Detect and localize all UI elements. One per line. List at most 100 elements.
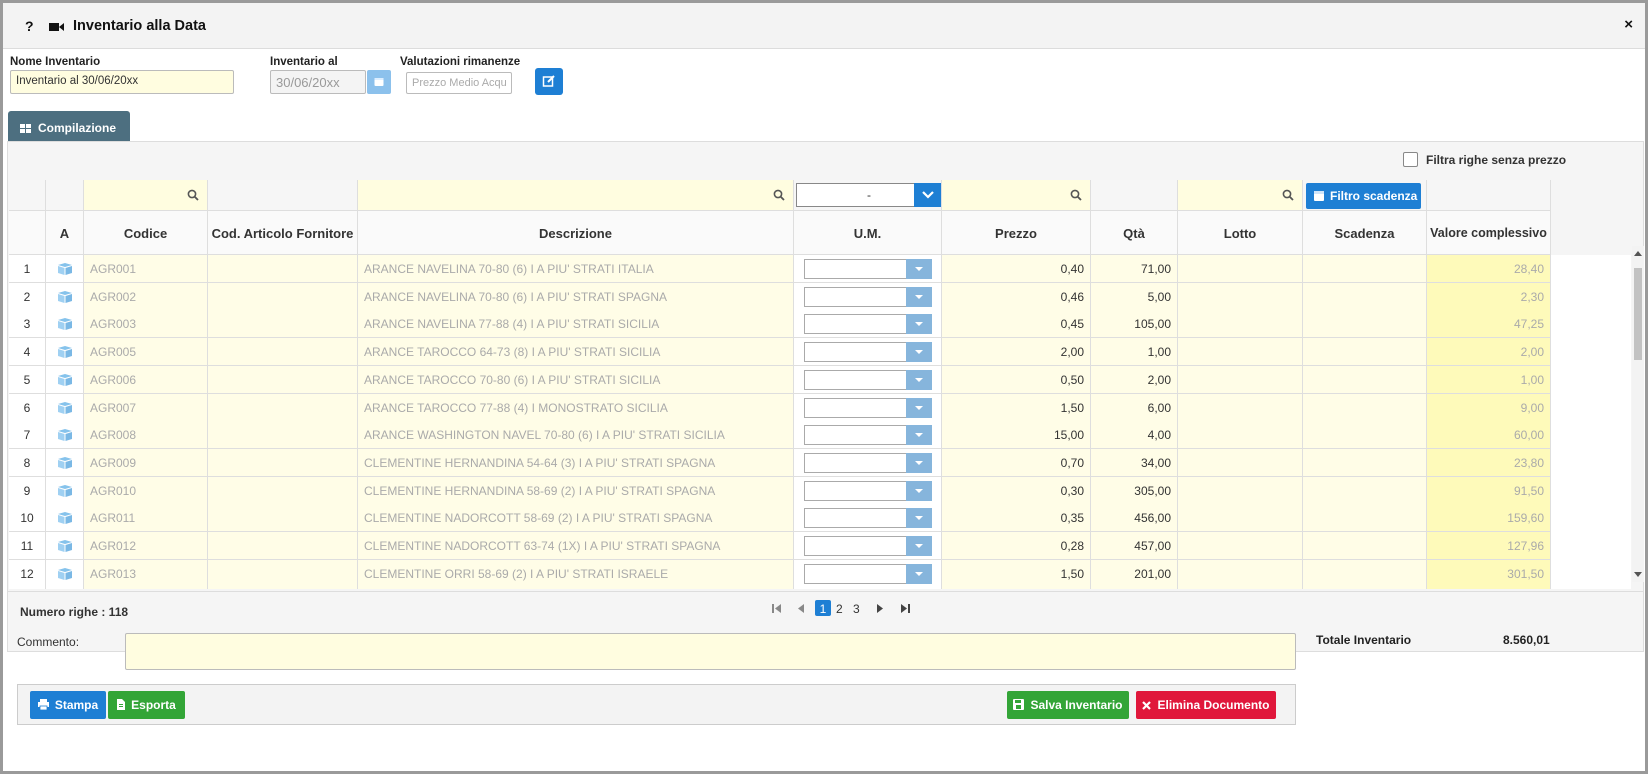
lotto-cell[interactable] bbox=[1178, 393, 1303, 422]
codice-filter-input[interactable] bbox=[84, 180, 208, 211]
nome-inventario-input[interactable]: Inventario al 30/06/20xx bbox=[10, 70, 234, 94]
table-row[interactable]: 5 AGR006 ARANCE TAROCCO 70-80 (6) I A PIU'… bbox=[9, 365, 1631, 394]
scadenza-cell[interactable] bbox=[1303, 282, 1427, 311]
page-1[interactable]: 1 bbox=[815, 600, 831, 616]
col-header-a[interactable]: A bbox=[46, 211, 84, 255]
um-dropdown-button[interactable] bbox=[906, 563, 932, 584]
stampa-button[interactable]: Stampa bbox=[30, 691, 106, 719]
box-icon[interactable] bbox=[57, 373, 73, 386]
cod-fornitore-cell[interactable] bbox=[208, 255, 358, 283]
um-dropdown-button[interactable] bbox=[906, 425, 932, 446]
last-page-icon[interactable] bbox=[901, 604, 910, 613]
um-filter-dropdown-button[interactable] bbox=[914, 183, 941, 207]
first-page-icon[interactable] bbox=[772, 604, 781, 613]
descrizione-cell[interactable]: ARANCE TAROCCO 70-80 (6) I A PIU' STRATI… bbox=[358, 365, 794, 394]
um-dropdown-button[interactable] bbox=[906, 480, 932, 501]
cod-fornitore-cell[interactable] bbox=[208, 532, 358, 560]
lotto-cell[interactable] bbox=[1178, 338, 1303, 367]
descrizione-cell[interactable]: CLEMENTINE HERNANDINA 54-64 (3) I A PIU'… bbox=[358, 448, 794, 477]
um-select[interactable] bbox=[804, 508, 932, 529]
codice-cell[interactable]: AGR012 bbox=[84, 532, 208, 560]
vertical-scrollbar[interactable] bbox=[1632, 246, 1644, 582]
um-select[interactable] bbox=[804, 563, 932, 584]
prezzo-cell[interactable]: 2,00 bbox=[942, 338, 1091, 367]
lotto-cell[interactable] bbox=[1178, 559, 1303, 588]
descrizione-cell[interactable]: ARANCE NAVELINA 77-88 (4) I A PIU' STRAT… bbox=[358, 310, 794, 339]
table-row[interactable] bbox=[9, 587, 1631, 589]
cod-fornitore-cell[interactable] bbox=[208, 393, 358, 422]
prev-page-icon[interactable] bbox=[798, 604, 804, 613]
lotto-cell[interactable] bbox=[1178, 255, 1303, 283]
prezzo-cell[interactable]: 0,28 bbox=[942, 532, 1091, 560]
qta-cell[interactable]: 34,00 bbox=[1091, 448, 1178, 477]
search-icon[interactable] bbox=[773, 189, 785, 201]
scadenza-cell[interactable] bbox=[1303, 365, 1427, 394]
prezzo-filter-input[interactable] bbox=[942, 180, 1091, 211]
descrizione-cell[interactable]: ARANCE TAROCCO 64-73 (8) I A PIU' STRATI… bbox=[358, 338, 794, 367]
cod-fornitore-cell[interactable] bbox=[208, 310, 358, 339]
scadenza-cell[interactable] bbox=[1303, 476, 1427, 505]
box-icon[interactable] bbox=[57, 263, 73, 275]
box-icon[interactable] bbox=[57, 512, 73, 525]
lotto-cell[interactable] bbox=[1178, 310, 1303, 339]
box-icon[interactable] bbox=[57, 456, 73, 469]
cod-fornitore-cell[interactable] bbox=[208, 421, 358, 450]
qta-cell[interactable]: 105,00 bbox=[1091, 310, 1178, 339]
lotto-cell[interactable] bbox=[1178, 282, 1303, 311]
edit-button[interactable] bbox=[535, 68, 563, 95]
descrizione-cell[interactable]: ARANCE NAVELINA 70-80 (6) I A PIU' STRAT… bbox=[358, 255, 794, 283]
um-dropdown-button[interactable] bbox=[906, 314, 932, 335]
col-header-codice[interactable]: Codice bbox=[84, 211, 208, 255]
scroll-up-icon[interactable] bbox=[1634, 250, 1642, 256]
codice-cell[interactable]: AGR007 bbox=[84, 393, 208, 422]
box-icon[interactable] bbox=[57, 401, 73, 414]
um-dropdown-button[interactable] bbox=[906, 259, 932, 279]
um-select[interactable] bbox=[804, 286, 932, 307]
col-header-valore[interactable]: Valore complessivo bbox=[1427, 211, 1551, 255]
search-icon[interactable] bbox=[1070, 189, 1082, 201]
qta-cell[interactable]: 2,00 bbox=[1091, 365, 1178, 394]
descrizione-cell[interactable]: ARANCE NAVELINA 70-80 (6) I A PIU' STRAT… bbox=[358, 282, 794, 311]
lotto-cell[interactable] bbox=[1178, 476, 1303, 505]
qta-cell[interactable]: 201,00 bbox=[1091, 559, 1178, 588]
qta-cell[interactable]: 1,00 bbox=[1091, 338, 1178, 367]
um-select[interactable] bbox=[804, 259, 932, 279]
scroll-down-icon[interactable] bbox=[1634, 572, 1642, 578]
cod-fornitore-cell[interactable] bbox=[208, 338, 358, 367]
table-row[interactable]: 10 AGR011 CLEMENTINE NADORCOTT 58-69 (2) I… bbox=[9, 504, 1631, 533]
salva-inventario-button[interactable]: Salva Inventario bbox=[1007, 691, 1129, 719]
table-row[interactable]: 6 AGR007 ARANCE TAROCCO 77-88 (4) I MONOST… bbox=[9, 393, 1631, 422]
um-dropdown-button[interactable] bbox=[906, 369, 932, 390]
box-icon[interactable] bbox=[57, 429, 73, 442]
codice-cell[interactable]: AGR013 bbox=[84, 559, 208, 588]
lotto-filter-input[interactable] bbox=[1178, 180, 1303, 211]
valutazioni-select[interactable]: Prezzo Medio Acqu bbox=[406, 72, 512, 94]
search-icon[interactable] bbox=[1282, 189, 1294, 201]
prezzo-cell[interactable]: 1,50 bbox=[942, 393, 1091, 422]
codice-cell[interactable]: AGR002 bbox=[84, 282, 208, 311]
scadenza-cell[interactable] bbox=[1303, 393, 1427, 422]
um-select[interactable] bbox=[804, 425, 932, 446]
table-row[interactable]: 3 AGR003 ARANCE NAVELINA 77-88 (4) I A PIU… bbox=[9, 310, 1631, 339]
close-icon[interactable]: × bbox=[1624, 16, 1633, 33]
prezzo-cell[interactable]: 0,70 bbox=[942, 448, 1091, 477]
prezzo-cell[interactable]: 0,35 bbox=[942, 504, 1091, 533]
lotto-cell[interactable] bbox=[1178, 448, 1303, 477]
cod-fornitore-cell[interactable] bbox=[208, 504, 358, 533]
col-header-descrizione[interactable]: Descrizione bbox=[358, 211, 794, 255]
next-page-icon[interactable] bbox=[877, 604, 883, 613]
inventario-al-input[interactable]: 30/06/20xx bbox=[270, 70, 366, 94]
um-select[interactable] bbox=[804, 480, 932, 501]
um-select[interactable] bbox=[804, 452, 932, 473]
qta-cell[interactable]: 6,00 bbox=[1091, 393, 1178, 422]
qta-cell[interactable]: 71,00 bbox=[1091, 255, 1178, 283]
prezzo-cell[interactable]: 0,50 bbox=[942, 365, 1091, 394]
col-header-um[interactable]: U.M. bbox=[794, 211, 942, 255]
cod-fornitore-cell[interactable] bbox=[208, 559, 358, 588]
help-icon[interactable]: ? bbox=[25, 18, 34, 34]
table-row[interactable]: 2 AGR002 ARANCE NAVELINA 70-80 (6) I A PIU… bbox=[9, 282, 1631, 311]
box-icon[interactable] bbox=[57, 346, 73, 359]
um-dropdown-button[interactable] bbox=[906, 508, 932, 529]
codice-cell[interactable]: AGR011 bbox=[84, 504, 208, 533]
calendar-button[interactable] bbox=[367, 70, 391, 94]
